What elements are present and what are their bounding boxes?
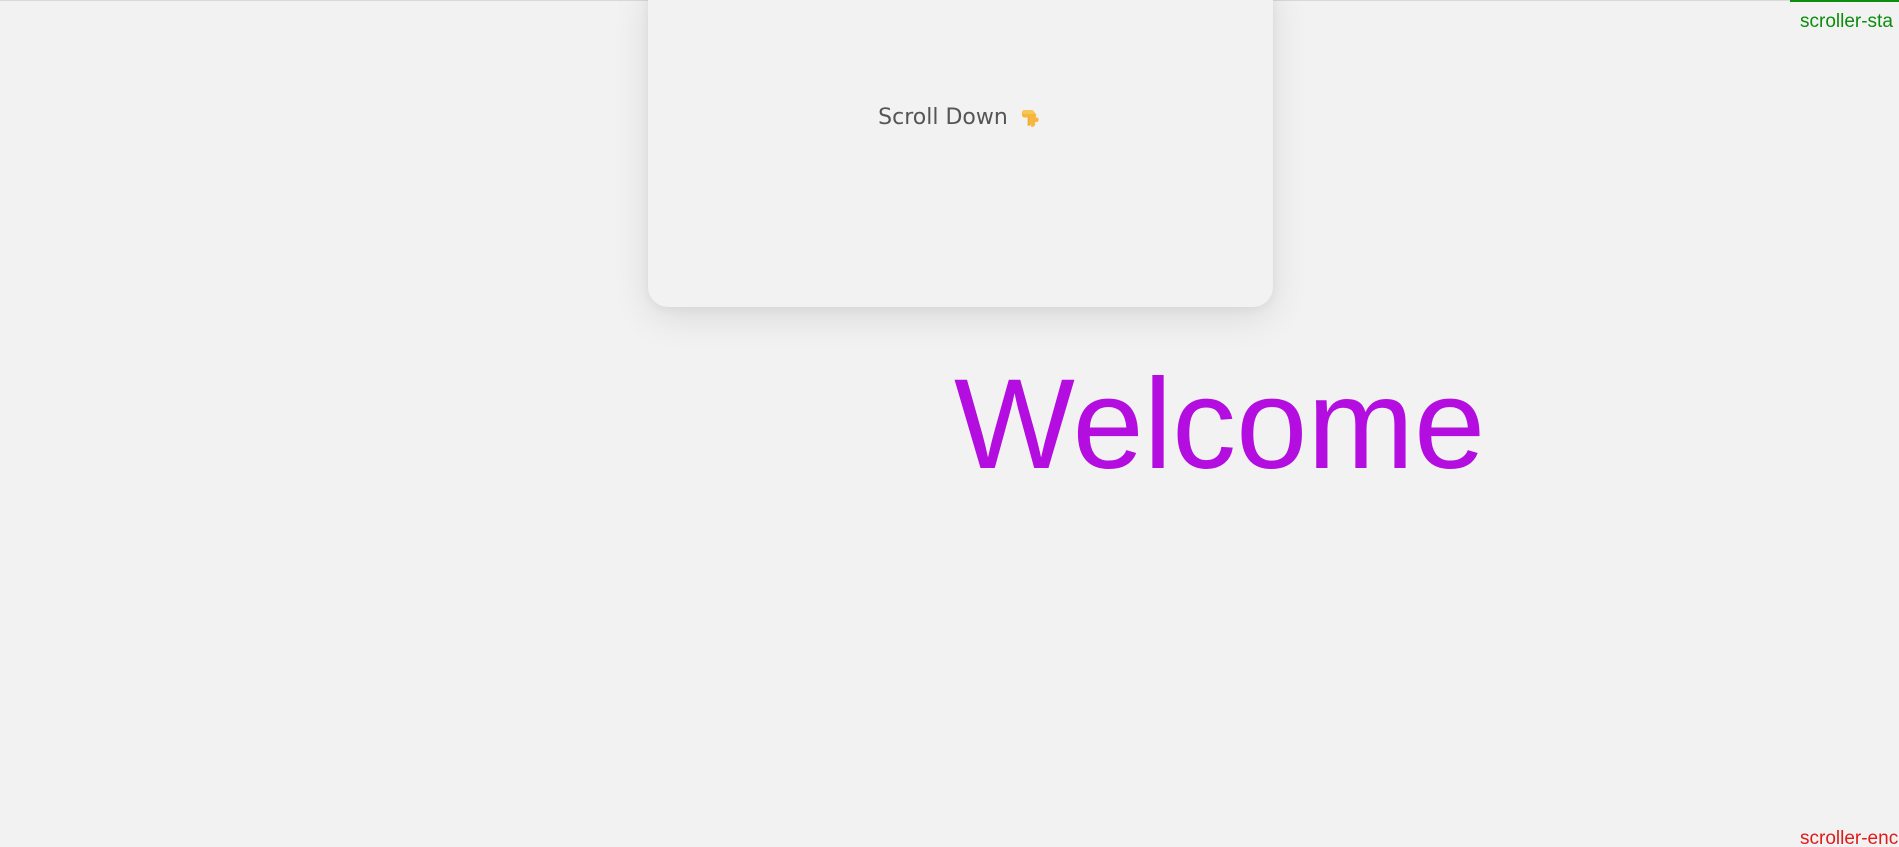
page: Scroll Down Welcome scroller-sta scrolle… [0,0,1899,847]
scroll-hint: Scroll Down [648,104,1273,130]
scroller-end-marker: scroller-enc [1800,828,1899,847]
point-down-icon [1019,104,1043,128]
scroll-card: Scroll Down [648,0,1273,307]
scroller-start-marker: scroller-sta [1790,0,1899,33]
scroll-hint-label: Scroll Down [878,105,1008,130]
welcome-title: Welcome [954,353,1486,496]
